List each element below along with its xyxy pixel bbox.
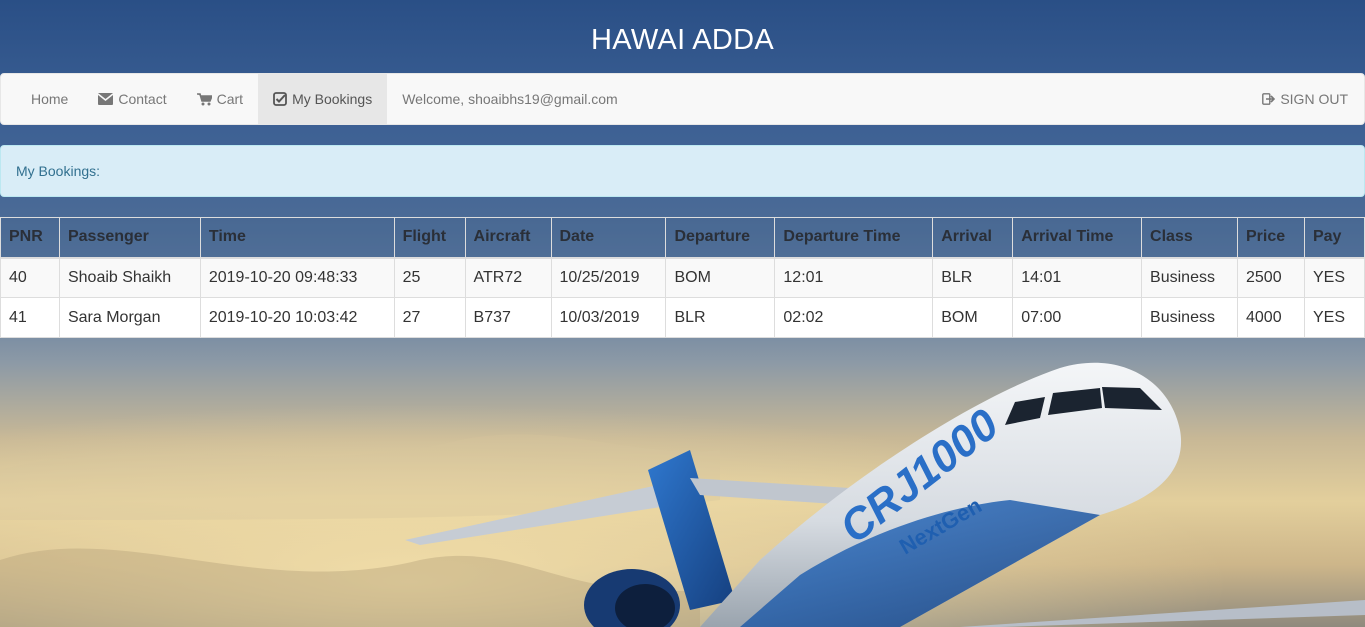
check-square-icon xyxy=(273,92,287,106)
column-header: Flight xyxy=(393,217,466,259)
nav-my-bookings-label: My Bookings xyxy=(292,91,373,107)
table-cell: 25 xyxy=(393,257,466,298)
table-cell: 02:02 xyxy=(774,297,934,338)
table-cell: YES xyxy=(1303,257,1365,298)
column-header: Aircraft xyxy=(464,217,552,259)
table-cell: Shoaib Shaikh xyxy=(58,257,201,298)
nav-contact[interactable]: Contact xyxy=(83,74,181,124)
table-cell: BOM xyxy=(665,257,776,298)
table-cell: Business xyxy=(1141,257,1238,298)
table-cell: 14:01 xyxy=(1012,257,1143,298)
bookings-table: PNR Passenger Time Flight Aircraft Date … xyxy=(0,217,1365,338)
column-header: Passenger xyxy=(58,217,201,259)
column-header: Price xyxy=(1237,217,1305,259)
signout-icon xyxy=(1262,93,1276,105)
nav-home-label: Home xyxy=(31,91,69,107)
bookings-alert: My Bookings: xyxy=(0,145,1365,197)
column-header: Arrival Time xyxy=(1012,217,1143,259)
table-cell: BOM xyxy=(932,297,1014,338)
table-cell: 2500 xyxy=(1237,257,1305,298)
table-cell: 12:01 xyxy=(774,257,934,298)
column-header: Departure Time xyxy=(774,217,934,259)
table-cell: 41 xyxy=(0,297,60,338)
column-header: Pay xyxy=(1303,217,1365,259)
site-title: HAWAI ADDA xyxy=(591,24,774,56)
column-header: Date xyxy=(550,217,667,259)
table-cell: 2019-10-20 10:03:42 xyxy=(199,297,395,338)
table-cell: Business xyxy=(1141,297,1238,338)
column-header: Class xyxy=(1141,217,1238,259)
column-header: Departure xyxy=(665,217,776,259)
navbar: Home Contact Cart My Bookings Welcome, s… xyxy=(0,73,1365,125)
envelope-icon xyxy=(98,93,114,105)
table-row: 40 Shoaib Shaikh 2019-10-20 09:48:33 25 … xyxy=(0,257,1365,298)
table-cell: BLR xyxy=(932,257,1014,298)
nav-cart-label: Cart xyxy=(216,91,244,107)
table-cell: BLR xyxy=(665,297,776,338)
table-cell: 2019-10-20 09:48:33 xyxy=(199,257,395,298)
table-cell: 10/03/2019 xyxy=(550,297,667,338)
signout-button[interactable]: SIGN OUT xyxy=(1247,74,1364,124)
table-cell: 4000 xyxy=(1237,297,1305,338)
table-cell: 07:00 xyxy=(1012,297,1143,338)
nav-cart[interactable]: Cart xyxy=(182,74,258,124)
nav-contact-label: Contact xyxy=(118,91,167,107)
table-cell: Sara Morgan xyxy=(58,297,201,338)
table-cell: 27 xyxy=(393,297,466,338)
table-cell: ATR72 xyxy=(464,257,552,298)
bookings-alert-text: My Bookings: xyxy=(16,163,101,179)
table-cell: 40 xyxy=(0,257,60,298)
nav-home[interactable]: Home xyxy=(1,74,83,124)
table-cell: B737 xyxy=(464,297,552,338)
cart-icon xyxy=(196,92,212,106)
column-header: Arrival xyxy=(932,217,1014,259)
column-header: Time xyxy=(199,217,395,259)
table-row: 41 Sara Morgan 2019-10-20 10:03:42 27 B7… xyxy=(0,297,1365,338)
table-cell: YES xyxy=(1303,297,1365,338)
table-cell: 10/25/2019 xyxy=(550,257,667,298)
nav-my-bookings[interactable]: My Bookings xyxy=(258,74,388,124)
signout-label: SIGN OUT xyxy=(1280,91,1348,107)
column-header: PNR xyxy=(0,217,60,259)
table-header-row: PNR Passenger Time Flight Aircraft Date … xyxy=(0,217,1365,259)
welcome-text: Welcome, shoaibhs19@gmail.com xyxy=(402,91,618,107)
